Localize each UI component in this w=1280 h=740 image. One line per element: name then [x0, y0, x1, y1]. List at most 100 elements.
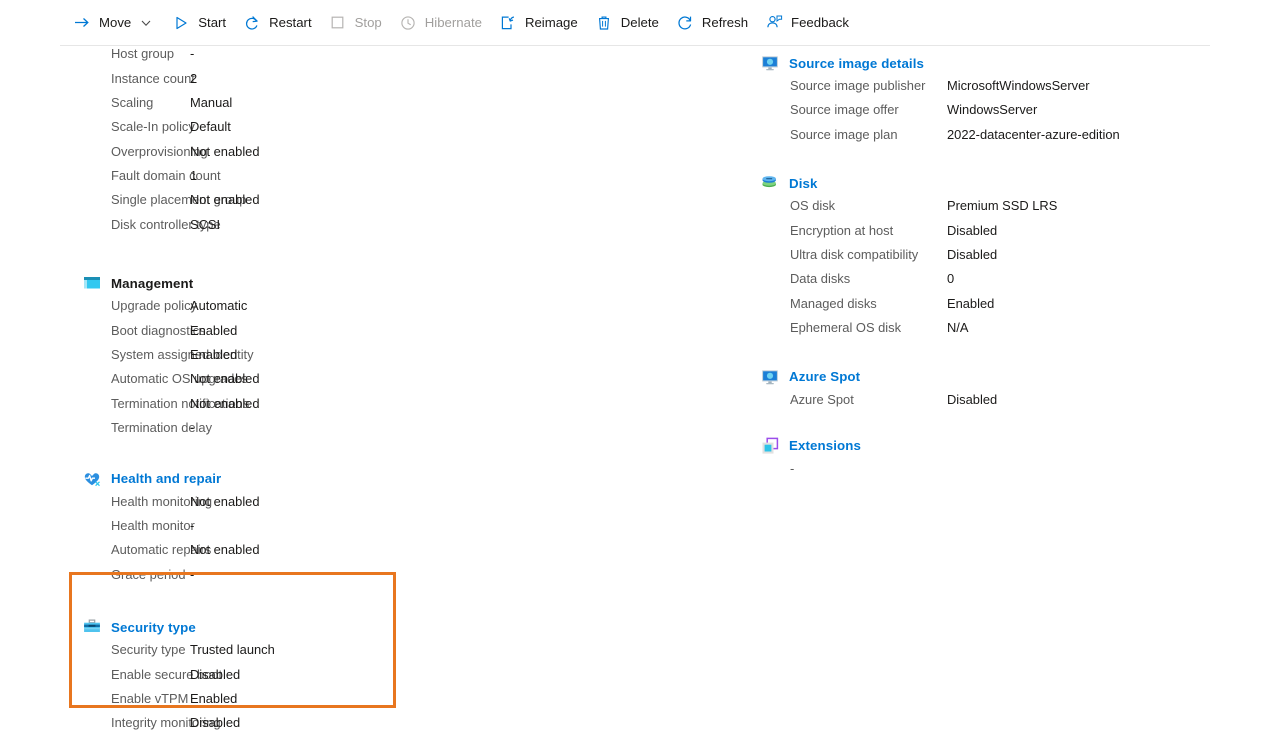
- toolbar-button-delete[interactable]: Delete: [590, 8, 668, 38]
- toolbar-button-feedback[interactable]: Feedback: [760, 8, 858, 38]
- property-value: Disabled: [190, 666, 241, 682]
- property-key: Encryption at host: [790, 222, 894, 238]
- restart-icon: [242, 13, 262, 33]
- group-title[interactable]: Azure Spot: [789, 369, 860, 384]
- property-row: Integrity monitoring Disabled: [0, 715, 700, 739]
- toolbar-label-start: Start: [198, 15, 227, 30]
- property-key: Source image offer: [790, 102, 899, 118]
- property-key: Scale-In policy: [111, 119, 195, 135]
- property-row: Single placement group Not enabled: [0, 192, 700, 216]
- toolbar-label-stop: Stop: [354, 15, 382, 30]
- toolbar-label-reimage: Reimage: [524, 15, 578, 30]
- left-properties-column: Host group - Instance count 2 Scaling Ma…: [0, 46, 700, 740]
- property-row: Automatic OS upgrades Not enabled: [0, 371, 700, 395]
- property-row: Source image plan 2022-datacenter-azure-…: [760, 127, 1260, 151]
- property-key: Overprovisioning: [111, 143, 208, 159]
- group-disk: Disk OS disk Premium SSD LRS Encryption …: [760, 172, 1260, 344]
- group-extensions: Extensions -: [760, 435, 1260, 483]
- toolbar-label-hibernate: Hibernate: [424, 15, 482, 30]
- property-value: -: [190, 420, 195, 436]
- group-title[interactable]: Health and repair: [111, 471, 221, 486]
- toolbar-button-reimage[interactable]: Reimage: [494, 8, 587, 38]
- property-key: Automatic OS upgrades: [111, 371, 248, 387]
- move-arrow-icon: [72, 13, 92, 33]
- property-row: Ultra disk compatibility Disabled: [760, 247, 1260, 271]
- property-row: Instance count 2: [0, 71, 700, 95]
- property-row: Scale-In policy Default: [0, 119, 700, 143]
- toolbar-label-restart: Restart: [269, 15, 312, 30]
- property-row: Termination delay -: [0, 420, 700, 444]
- property-value: 2: [190, 70, 198, 86]
- clock-icon: [398, 13, 418, 33]
- group-title[interactable]: Extensions: [789, 438, 861, 453]
- property-row: Data disks 0: [760, 271, 1260, 295]
- toolbar-button-refresh[interactable]: Refresh: [671, 8, 757, 38]
- property-key: Instance count: [111, 70, 195, 86]
- property-row: Ephemeral OS disk N/A: [760, 320, 1260, 344]
- property-key: Grace period: [111, 566, 186, 582]
- property-value: 1: [190, 168, 198, 184]
- property-key: Ephemeral OS disk: [790, 320, 902, 336]
- group-title[interactable]: Disk: [789, 176, 818, 191]
- property-key: Security type: [111, 642, 186, 658]
- property-value: Default: [190, 119, 231, 135]
- property-value: WindowsServer: [947, 102, 1038, 118]
- property-row: Overprovisioning Not enabled: [0, 144, 700, 168]
- toolbar-button-restart[interactable]: Restart: [238, 8, 321, 38]
- property-value: Automatic: [190, 298, 248, 314]
- property-value: Not enabled: [190, 192, 260, 208]
- property-value: Not enabled: [190, 371, 260, 387]
- chevron-down-icon[interactable]: [137, 14, 155, 32]
- property-key: Enable vTPM: [111, 690, 189, 706]
- group-header-health-and-repair: Health and repair: [82, 468, 700, 490]
- property-key: Azure Spot: [790, 391, 854, 407]
- property-row: Source image offer WindowsServer: [760, 102, 1260, 126]
- management-monitor-icon: [82, 273, 102, 293]
- property-row: Automatic repairs Not enabled: [0, 542, 700, 566]
- group-title[interactable]: Security type: [111, 620, 196, 635]
- property-row: Security type Trusted launch: [0, 642, 700, 666]
- toolbar-button-move[interactable]: Move: [68, 8, 164, 38]
- property-value: 2022-datacenter-azure-edition: [947, 126, 1120, 142]
- property-row: Enable vTPM Enabled: [0, 691, 700, 715]
- property-value: Enabled: [190, 322, 238, 338]
- property-row: Health monitoring Not enabled: [0, 494, 700, 518]
- group-health-and-repair: Health and repair Health monitoring Not …: [0, 468, 700, 592]
- toolbar-button-stop: Stop: [324, 8, 391, 38]
- extensions-square-icon: [760, 436, 780, 456]
- group-source-image-details: Source image details Source image publis…: [760, 52, 1260, 151]
- property-value: SCSI: [190, 216, 221, 232]
- group-header-management: Management: [82, 272, 700, 294]
- property-key: Termination notifications: [111, 395, 250, 411]
- property-value: Not enabled: [190, 542, 260, 558]
- group-header-source-image-details: Source image details: [760, 52, 1260, 74]
- group-title[interactable]: Source image details: [789, 56, 924, 71]
- property-value: Enabled: [190, 690, 238, 706]
- group-header-extensions: Extensions: [760, 435, 1260, 457]
- property-row: Enable secure boot Disabled: [0, 667, 700, 691]
- property-row: Disk controller type SCSI: [0, 217, 700, 241]
- property-value: MicrosoftWindowsServer: [947, 78, 1090, 93]
- disk-stack-icon: [760, 173, 780, 193]
- group-header-disk: Disk: [760, 172, 1260, 194]
- property-value: Premium SSD LRS: [947, 198, 1058, 214]
- property-row: Scaling Manual: [0, 95, 700, 119]
- group-header-security-type: Security type: [82, 616, 700, 638]
- extensions-empty-value: -: [790, 460, 795, 476]
- property-key: Single placement group: [111, 192, 247, 208]
- feedback-person-icon: [764, 13, 784, 33]
- property-row: Health monitor -: [0, 518, 700, 542]
- property-value: Disabled: [190, 715, 241, 731]
- toolbar-button-start[interactable]: Start: [167, 8, 235, 38]
- property-value: -: [190, 46, 195, 61]
- property-value: Enabled: [190, 347, 238, 363]
- monitor-icon: [760, 367, 780, 387]
- group-azure-spot: Azure Spot Azure Spot Disabled: [760, 366, 1260, 416]
- property-row: OS disk Premium SSD LRS: [760, 198, 1260, 222]
- property-value: Manual: [190, 94, 233, 110]
- property-value: Enabled: [947, 295, 995, 311]
- properties-content: Host group - Instance count 2 Scaling Ma…: [0, 46, 1280, 730]
- heart-pulse-icon: [82, 469, 102, 489]
- property-key: Managed disks: [790, 295, 877, 311]
- play-icon: [171, 13, 191, 33]
